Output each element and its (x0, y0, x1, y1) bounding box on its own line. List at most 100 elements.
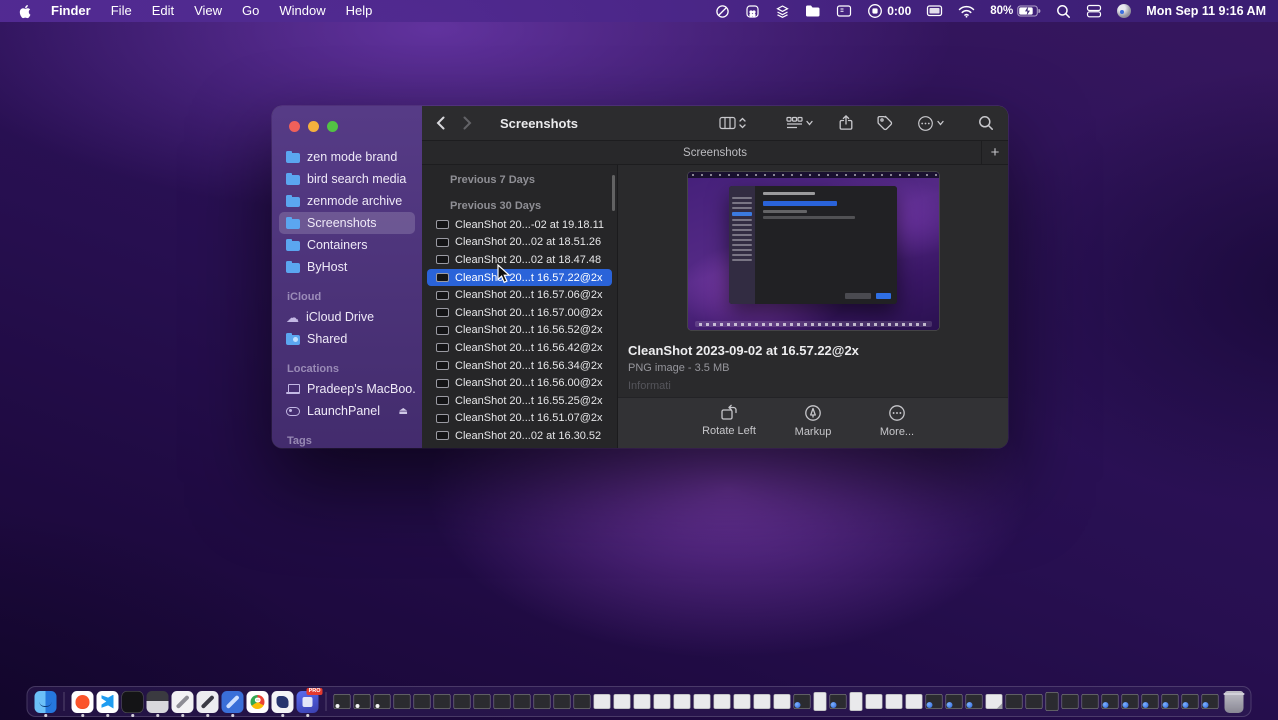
sidebar-item-pradeep-s-macboo-[interactable]: Pradeep's MacBoo... (279, 378, 415, 400)
file-row[interactable]: CleanShot 20...t 16.55.25@2x (427, 392, 612, 410)
minimized-window[interactable] (514, 694, 531, 709)
dock-app-dark[interactable] (122, 691, 144, 713)
sidebar-item-screenshots[interactable]: Screenshots (279, 212, 415, 234)
sidebar-item-containers[interactable]: Containers (279, 234, 415, 256)
wifi-icon[interactable] (958, 5, 975, 18)
sidebar-item-launchpanel[interactable]: LaunchPanel⏏ (279, 400, 415, 422)
apple-menu[interactable] (12, 4, 41, 19)
minimized-window[interactable] (614, 694, 631, 709)
minimized-window[interactable] (830, 694, 847, 709)
minimized-window[interactable] (414, 694, 431, 709)
forward-button[interactable] (463, 116, 472, 130)
minimized-window[interactable] (594, 694, 611, 709)
menu-view[interactable]: View (184, 0, 232, 22)
menu-window[interactable]: Window (269, 0, 335, 22)
minimized-window[interactable] (694, 694, 711, 709)
minimized-window[interactable] (886, 694, 903, 709)
minimized-window[interactable] (1202, 694, 1219, 709)
list-scrollbar[interactable] (612, 175, 615, 211)
spotlight-search-icon[interactable] (1056, 4, 1071, 19)
minimized-window[interactable] (1046, 692, 1059, 711)
group-by-button[interactable] (786, 116, 813, 130)
assistant-ball-icon[interactable] (1117, 4, 1131, 18)
file-row[interactable]: CleanShot 20...02 at 18.47.48 (427, 251, 612, 269)
minimized-window[interactable] (554, 694, 571, 709)
minimized-window[interactable] (1082, 694, 1099, 709)
sidebar-item-shared[interactable]: Shared (279, 328, 415, 350)
menu-go[interactable]: Go (232, 0, 269, 22)
minimized-window[interactable] (574, 694, 591, 709)
eject-icon[interactable]: ⏏ (399, 406, 408, 417)
minimize-window-button[interactable] (308, 121, 319, 132)
dock-app-pro[interactable]: PRO (297, 691, 319, 713)
minimized-window[interactable] (966, 694, 983, 709)
minimized-window[interactable] (494, 694, 511, 709)
menu-edit[interactable]: Edit (142, 0, 184, 22)
add-tab-button[interactable]: + (981, 141, 1008, 164)
minimized-window[interactable] (734, 694, 751, 709)
sidebar-item-zenmode-archive[interactable]: zenmode archive (279, 190, 415, 212)
dock-app-chrome[interactable] (247, 691, 269, 713)
minimized-window[interactable] (794, 694, 811, 709)
rotate-left-button[interactable]: Rotate Left (696, 404, 762, 448)
minimized-window[interactable] (334, 694, 351, 709)
preview-thumbnail[interactable] (688, 172, 939, 330)
file-row[interactable]: CleanShot 20...t 16.51.07@2x (427, 410, 612, 428)
share-button[interactable] (839, 115, 853, 131)
layers-icon[interactable] (775, 4, 790, 19)
sidebar-item-bird-search-media[interactable]: bird search media (279, 168, 415, 190)
display-icon[interactable] (926, 4, 943, 18)
stage-manager-icon[interactable] (1086, 4, 1102, 18)
file-row[interactable]: CleanShot 20...02 at 18.51.26 (427, 234, 612, 252)
dock-app-navy[interactable] (272, 691, 294, 713)
minimized-window[interactable] (434, 694, 451, 709)
minimized-window[interactable] (714, 694, 731, 709)
sidebar-item-byhost[interactable]: ByHost (279, 256, 415, 278)
dock-app-vscode[interactable] (97, 691, 119, 713)
more-actions-button[interactable] (917, 115, 944, 132)
minimized-window[interactable] (986, 694, 1003, 709)
minimized-window[interactable] (866, 694, 883, 709)
minimized-window[interactable] (474, 694, 491, 709)
back-button[interactable] (436, 116, 445, 130)
circle-slash-icon[interactable] (715, 4, 730, 19)
sidebar-item-icloud-drive[interactable]: ☁iCloud Drive (279, 306, 415, 328)
minimized-window[interactable] (1142, 694, 1159, 709)
dock-app-pen2[interactable] (197, 691, 219, 713)
minimized-window[interactable] (394, 694, 411, 709)
minimized-window[interactable] (1162, 694, 1179, 709)
minimized-window[interactable] (354, 694, 371, 709)
folder-status-icon[interactable] (805, 4, 821, 18)
search-button[interactable] (978, 115, 994, 131)
battery-indicator[interactable]: 80% (990, 5, 1041, 17)
minimized-window[interactable] (654, 694, 671, 709)
minimized-window[interactable] (374, 694, 391, 709)
file-row[interactable]: CleanShot 20...01 at 20.11.54 (427, 445, 612, 448)
zoom-window-button[interactable] (327, 121, 338, 132)
dock-app-bluediag[interactable] (222, 691, 244, 713)
record-button[interactable]: 0:00 (867, 3, 911, 19)
minimized-window[interactable] (906, 694, 923, 709)
dock-app-finder[interactable] (35, 691, 57, 713)
minimized-window[interactable] (850, 692, 863, 711)
menu-file[interactable]: File (101, 0, 142, 22)
minimized-window[interactable] (674, 694, 691, 709)
dock-app-term[interactable] (147, 691, 169, 713)
minimized-window[interactable] (754, 694, 771, 709)
menu-active-app[interactable]: Finder (41, 0, 101, 22)
tab-title[interactable]: Screenshots (683, 147, 747, 159)
minimized-window[interactable] (1062, 694, 1079, 709)
minimized-window[interactable] (1026, 694, 1043, 709)
dots-grid-app-icon[interactable] (745, 4, 760, 19)
dock-app-brave[interactable] (72, 691, 94, 713)
close-window-button[interactable] (289, 121, 300, 132)
markup-button[interactable]: Markup (780, 404, 846, 448)
more-button[interactable]: More... (864, 404, 930, 448)
minimized-window[interactable] (634, 694, 651, 709)
view-mode-button[interactable] (719, 116, 746, 130)
menu-bar-clock[interactable]: Mon Sep 11 9:16 AM (1146, 4, 1266, 18)
card-window-icon[interactable] (836, 4, 852, 18)
minimized-window[interactable] (534, 694, 551, 709)
file-row[interactable]: CleanShot 20...t 16.57.22@2x (427, 269, 612, 287)
minimized-window[interactable] (1102, 694, 1119, 709)
